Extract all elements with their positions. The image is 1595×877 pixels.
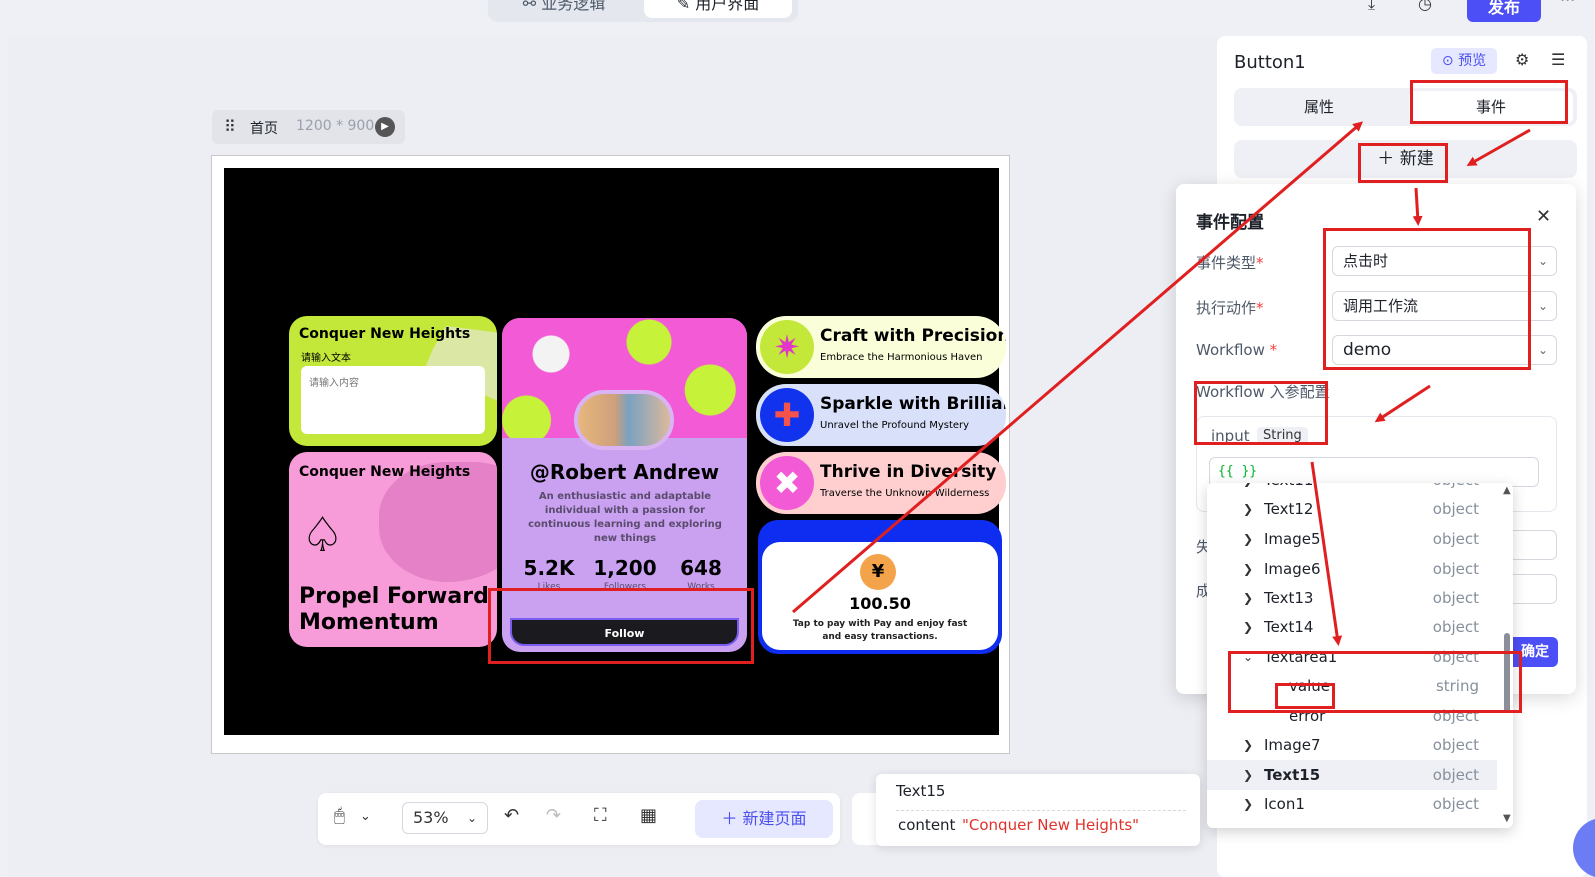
annotation-arrow [1466, 128, 1531, 166]
annotation-arrow [1374, 384, 1431, 423]
annotation-arrow [1310, 461, 1343, 646]
annotation-arrow [1412, 187, 1423, 226]
annotation-arrows [792, 121, 1531, 646]
annotation-arrow [792, 121, 1364, 614]
